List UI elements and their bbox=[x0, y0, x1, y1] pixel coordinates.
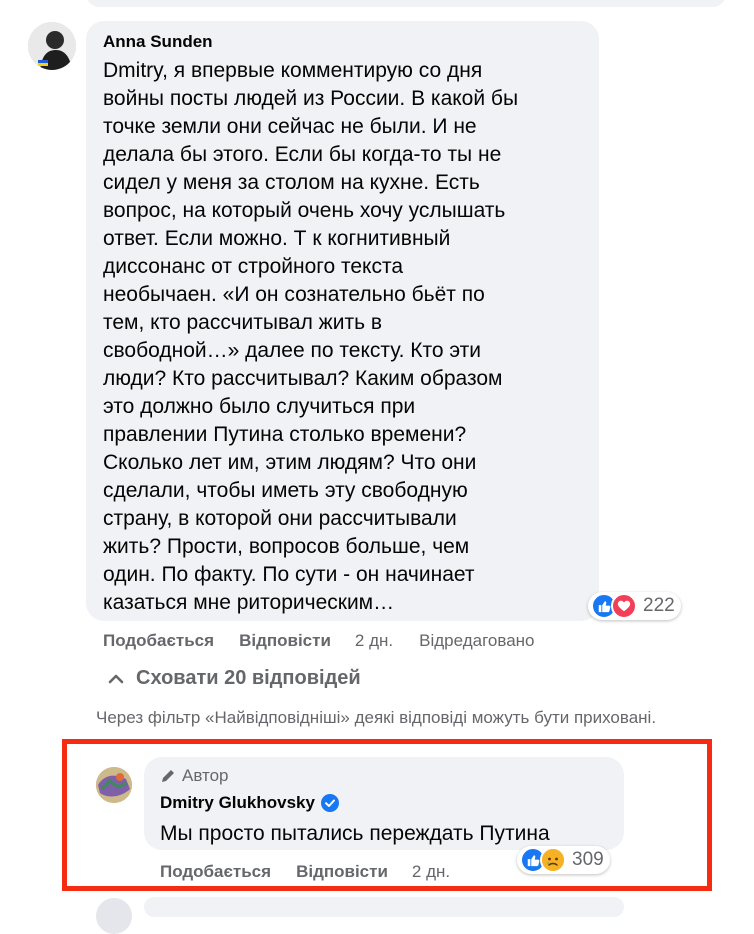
next-reply-bubble bbox=[144, 897, 624, 917]
like-button[interactable]: Подобається bbox=[103, 631, 214, 651]
comment-actions: Подобається Відповісти 2 дн. Відредагова… bbox=[103, 631, 535, 651]
highlight-frame bbox=[62, 739, 712, 891]
reaction-summary[interactable]: 222 bbox=[588, 592, 681, 620]
avatar[interactable] bbox=[28, 22, 76, 70]
hide-replies-button[interactable]: Сховати 20 відповідей bbox=[106, 667, 361, 690]
reaction-count: 222 bbox=[643, 595, 675, 616]
comment-timestamp[interactable]: 2 дн. bbox=[355, 631, 393, 651]
next-reply-avatar[interactable] bbox=[96, 898, 132, 934]
chevron-up-icon bbox=[106, 669, 126, 689]
hide-replies-label: Сховати 20 відповідей bbox=[136, 667, 361, 689]
reply-button[interactable]: Відповісти bbox=[239, 631, 331, 651]
previous-comment-bubble bbox=[86, 0, 726, 7]
edited-label[interactable]: Відредаговано bbox=[419, 631, 534, 651]
love-icon bbox=[611, 593, 637, 619]
comment-author-name[interactable]: Anna Sunden bbox=[103, 32, 213, 52]
comment-text: Dmitry, я впервые комментирую со дня вой… bbox=[103, 59, 519, 614]
filter-note: Через фільтр «Найвідповідніші» деякі від… bbox=[96, 708, 657, 727]
